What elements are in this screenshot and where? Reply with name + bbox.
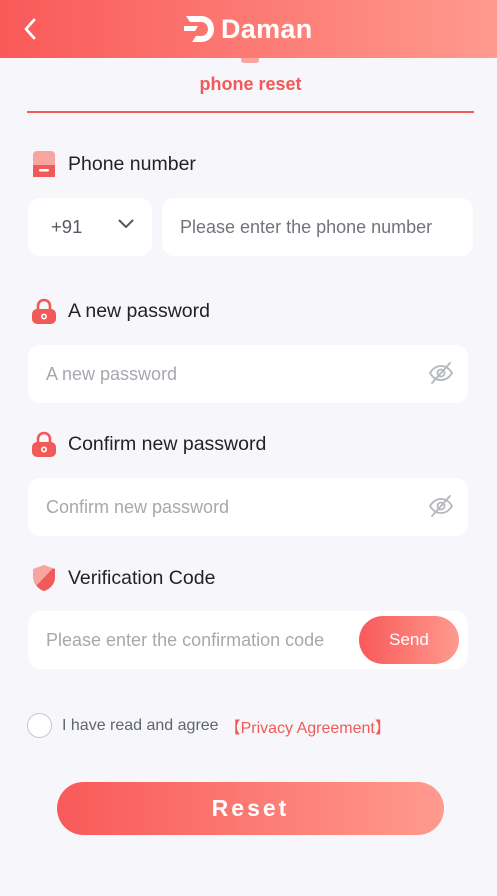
phone-icon bbox=[30, 150, 58, 178]
country-code-value: +91 bbox=[51, 216, 83, 237]
verification-code-label: Verification Code bbox=[30, 564, 215, 592]
confirm-password-input[interactable]: Confirm new password bbox=[28, 478, 468, 536]
agreement-row: I have read and agree 【Privacy Agreement… bbox=[27, 713, 391, 738]
reset-button[interactable]: Reset bbox=[57, 782, 444, 835]
confirm-password-label: Confirm new password bbox=[30, 430, 266, 458]
phone-number-placeholder: Please enter the phone number bbox=[180, 216, 433, 237]
country-code-select[interactable]: +91 bbox=[28, 198, 152, 256]
chevron-down-icon bbox=[118, 219, 134, 228]
privacy-agreement-link[interactable]: 【Privacy Agreement】 bbox=[225, 714, 391, 738]
chevron-left-icon bbox=[24, 18, 36, 40]
phone-number-input[interactable]: Please enter the phone number bbox=[162, 198, 473, 256]
verification-code-placeholder: Please enter the confirmation code bbox=[46, 629, 325, 650]
new-password-input[interactable]: A new password bbox=[28, 345, 468, 403]
new-password-label: A new password bbox=[30, 297, 210, 325]
phone-number-label: Phone number bbox=[30, 150, 196, 178]
verification-code-input[interactable]: Please enter the confirmation code Send bbox=[28, 611, 468, 669]
confirm-password-label-text: Confirm new password bbox=[68, 432, 267, 455]
eye-off-icon[interactable] bbox=[428, 493, 454, 519]
agreement-text: I have read and agree bbox=[62, 716, 219, 734]
daman-logo-icon bbox=[184, 16, 214, 42]
eye-off-icon[interactable] bbox=[428, 360, 454, 386]
send-code-button[interactable]: Send bbox=[359, 616, 459, 664]
back-button[interactable] bbox=[14, 13, 46, 45]
brand-logo: Daman bbox=[183, 12, 313, 46]
new-password-placeholder: A new password bbox=[46, 363, 178, 384]
lock-icon bbox=[30, 297, 58, 325]
tab-phone-reset[interactable]: phone reset bbox=[27, 58, 474, 113]
phone-number-label-text: Phone number bbox=[68, 152, 196, 175]
verification-code-label-text: Verification Code bbox=[68, 566, 216, 589]
tab-phone-icon bbox=[241, 58, 259, 63]
app-header: Daman bbox=[0, 0, 497, 58]
tab-label: phone reset bbox=[199, 74, 302, 94]
new-password-label-text: A new password bbox=[68, 299, 210, 322]
agreement-checkbox[interactable] bbox=[27, 713, 52, 738]
brand-name: Daman bbox=[221, 13, 313, 44]
lock-icon bbox=[30, 430, 58, 458]
shield-icon bbox=[30, 564, 58, 592]
confirm-password-placeholder: Confirm new password bbox=[46, 496, 230, 517]
